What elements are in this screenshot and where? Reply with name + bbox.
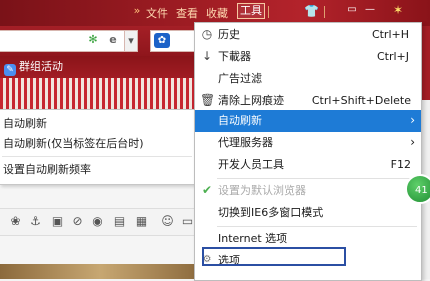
- code-icon[interactable]: ▭: [180, 214, 195, 229]
- ie-engine-icon[interactable]: e: [104, 30, 122, 50]
- favorites-item-label: 群组活动: [19, 60, 63, 73]
- menu-item-ad-filter[interactable]: 广告过滤: [195, 68, 421, 90]
- restore-window-icon[interactable]: ▭: [346, 4, 358, 16]
- clock-icon: ◷: [201, 27, 213, 41]
- menu-item-proxy-server[interactable]: 代理服务器 ›: [195, 132, 421, 154]
- smiley-icon[interactable]: ☺: [160, 214, 175, 229]
- menu-item-downloads[interactable]: ↓ 下載器 Ctrl+J: [195, 46, 421, 68]
- menu-item-label: 切换到IE6多窗口模式: [218, 206, 324, 219]
- tools-menu: ◷ 历史 Ctrl+H ↓ 下載器 Ctrl+J 广告过滤 🗑 清除上网痕迹 C…: [194, 22, 422, 281]
- submenu-item-auto-refresh-background[interactable]: 自动刷新(仅当标签在后台时): [3, 137, 144, 151]
- group-activity-icon: ✎: [4, 64, 16, 76]
- anchor-icon[interactable]: ⚓: [28, 214, 43, 229]
- shortcut-label: F12: [390, 158, 411, 171]
- divider: [217, 226, 417, 227]
- table-icon[interactable]: ▦: [134, 214, 149, 229]
- editor-toolbar: ❀ ⚓ ▣ ⊘ ◉ ▤ ▦ ☺ ▭: [0, 208, 200, 236]
- menu-file[interactable]: 文件: [146, 5, 168, 21]
- divider: [324, 6, 325, 18]
- star-decoration-icon: ✶: [392, 3, 404, 17]
- media-icon[interactable]: ◉: [90, 214, 105, 229]
- submenu-item-set-refresh-frequency[interactable]: 设置自动刷新频率: [3, 163, 91, 177]
- emoji-icon[interactable]: ❀: [8, 214, 23, 229]
- submenu-arrow-icon: ›: [410, 113, 415, 127]
- menu-item-label: 历史: [218, 28, 240, 41]
- menu-view[interactable]: 查看: [176, 5, 198, 21]
- menu-item-clear-traces[interactable]: 🗑 清除上网痕迹 Ctrl+Shift+Delete: [195, 90, 421, 112]
- download-arrow-icon: ↓: [201, 49, 213, 63]
- menu-tools[interactable]: 工具: [237, 3, 265, 19]
- shortcut-label: Ctrl+J: [376, 50, 409, 63]
- menu-item-label: 开发人员工具: [218, 158, 284, 171]
- baidu-paw-icon[interactable]: ✿: [154, 33, 170, 48]
- shirt-icon[interactable]: 👕: [304, 4, 319, 18]
- dropdown-arrow-icon[interactable]: ▾: [124, 30, 138, 52]
- options-highlight-box: [202, 247, 346, 266]
- loading-spinner-icon: ✻: [88, 33, 98, 46]
- menu-item-set-default-browser: ✔ 设置为默认浏览器: [195, 180, 421, 202]
- submenu-arrow-icon: ›: [410, 135, 415, 149]
- decorative-strip: [0, 264, 200, 279]
- trash-icon: 🗑: [200, 93, 216, 107]
- shortcut-label: Ctrl+Shift+Delete: [311, 94, 411, 107]
- divider: [2, 156, 192, 157]
- auto-refresh-submenu: 自动刷新 自动刷新(仅当标签在后台时) 设置自动刷新频率: [0, 109, 197, 185]
- flash-icon[interactable]: ⊘: [70, 214, 85, 229]
- menu-item-auto-refresh[interactable]: 自动刷新 ›: [195, 110, 421, 132]
- menu-item-label: 自动刷新: [218, 114, 262, 127]
- minimize-icon[interactable]: —: [364, 4, 376, 16]
- notification-badge[interactable]: 41: [405, 174, 430, 204]
- image-icon[interactable]: ▣: [50, 214, 65, 229]
- checkmark-icon: ✔: [201, 183, 213, 197]
- shortcut-label: Ctrl+H: [371, 28, 409, 41]
- video-icon[interactable]: ▤: [112, 214, 127, 229]
- menu-item-developer-tools[interactable]: 开发人员工具 F12: [195, 154, 421, 176]
- menu-item-ie6-mode[interactable]: 切换到IE6多窗口模式: [195, 202, 421, 224]
- menu-item-label: 下載器: [218, 50, 251, 63]
- menu-item-label: 广告过滤: [218, 72, 262, 85]
- menu-item-label: 清除上网痕迹: [218, 94, 284, 107]
- menu-item-label: 设置为默认浏览器: [218, 184, 306, 197]
- favorites-item[interactable]: ✎ 群组活动: [4, 59, 63, 76]
- double-chevron-icon[interactable]: »: [130, 4, 144, 18]
- menu-item-label: Internet 选项: [218, 232, 288, 245]
- menu-item-label: 代理服务器: [218, 136, 273, 149]
- menu-item-history[interactable]: ◷ 历史 Ctrl+H: [195, 24, 421, 46]
- menu-favorites[interactable]: 收藏: [206, 5, 228, 21]
- divider: [268, 6, 269, 18]
- submenu-item-auto-refresh[interactable]: 自动刷新: [3, 117, 47, 131]
- search-input[interactable]: ✿: [150, 30, 200, 52]
- divider: [217, 178, 417, 179]
